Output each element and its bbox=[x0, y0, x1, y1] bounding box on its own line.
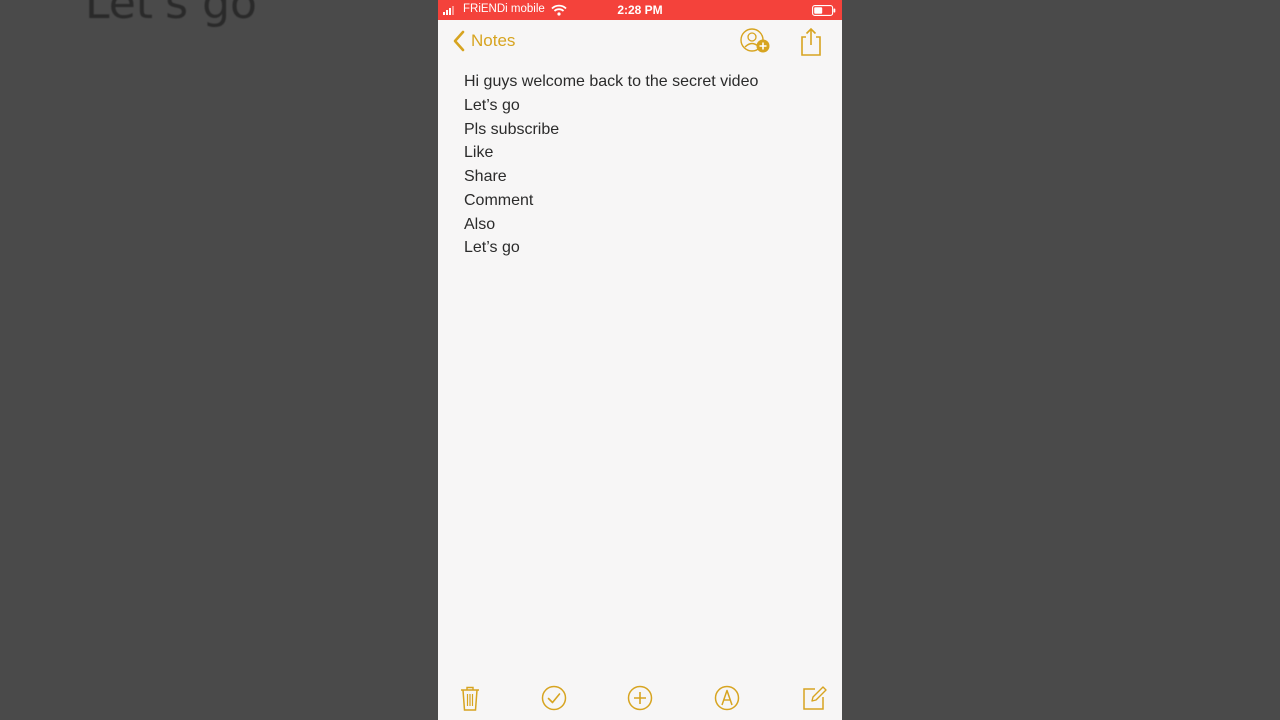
note-line: Let’s go bbox=[464, 239, 520, 257]
battery-icon bbox=[812, 5, 836, 16]
note-text-area[interactable]: Hi guys welcome back to the secret video… bbox=[464, 70, 824, 260]
bottom-toolbar bbox=[438, 674, 842, 720]
share-button[interactable] bbox=[798, 26, 824, 58]
checklist-icon bbox=[541, 685, 567, 711]
note-line: Hi guys welcome back to the secret video bbox=[464, 73, 759, 90]
note-line: Let’s go bbox=[464, 96, 520, 114]
trash-icon bbox=[461, 686, 479, 711]
add-people-button[interactable] bbox=[738, 26, 774, 58]
markup-button[interactable] bbox=[713, 684, 741, 712]
markup-icon bbox=[714, 685, 740, 711]
status-time: 2:28 PM bbox=[617, 3, 663, 17]
delete-note-button[interactable] bbox=[456, 684, 484, 712]
compose-icon bbox=[803, 686, 827, 710]
note-line: Also bbox=[464, 215, 496, 233]
back-button-label: Notes bbox=[471, 31, 516, 50]
back-to-notes-button[interactable]: Notes bbox=[452, 28, 515, 54]
add-icon bbox=[627, 685, 653, 711]
navigation-bar: Notes bbox=[438, 20, 842, 64]
add-attachment-button[interactable] bbox=[626, 684, 654, 712]
compose-note-button[interactable] bbox=[800, 684, 828, 712]
note-line: Like bbox=[464, 144, 494, 162]
note-line: Pls subscribe bbox=[464, 120, 560, 138]
status-bar: FRiENDi mobile 2:28 PM bbox=[438, 0, 842, 20]
share-icon bbox=[801, 27, 821, 56]
background-ghost-text: Let's go bbox=[85, 0, 257, 29]
phone-screen: FRiENDi mobile 2:28 PM Notes Hi guys wel… bbox=[438, 0, 842, 720]
note-line: Share bbox=[464, 168, 507, 185]
add-person-icon bbox=[740, 28, 770, 53]
checklist-button[interactable] bbox=[540, 684, 568, 712]
back-chevron-icon bbox=[453, 30, 465, 52]
note-line: Comment bbox=[464, 191, 534, 209]
